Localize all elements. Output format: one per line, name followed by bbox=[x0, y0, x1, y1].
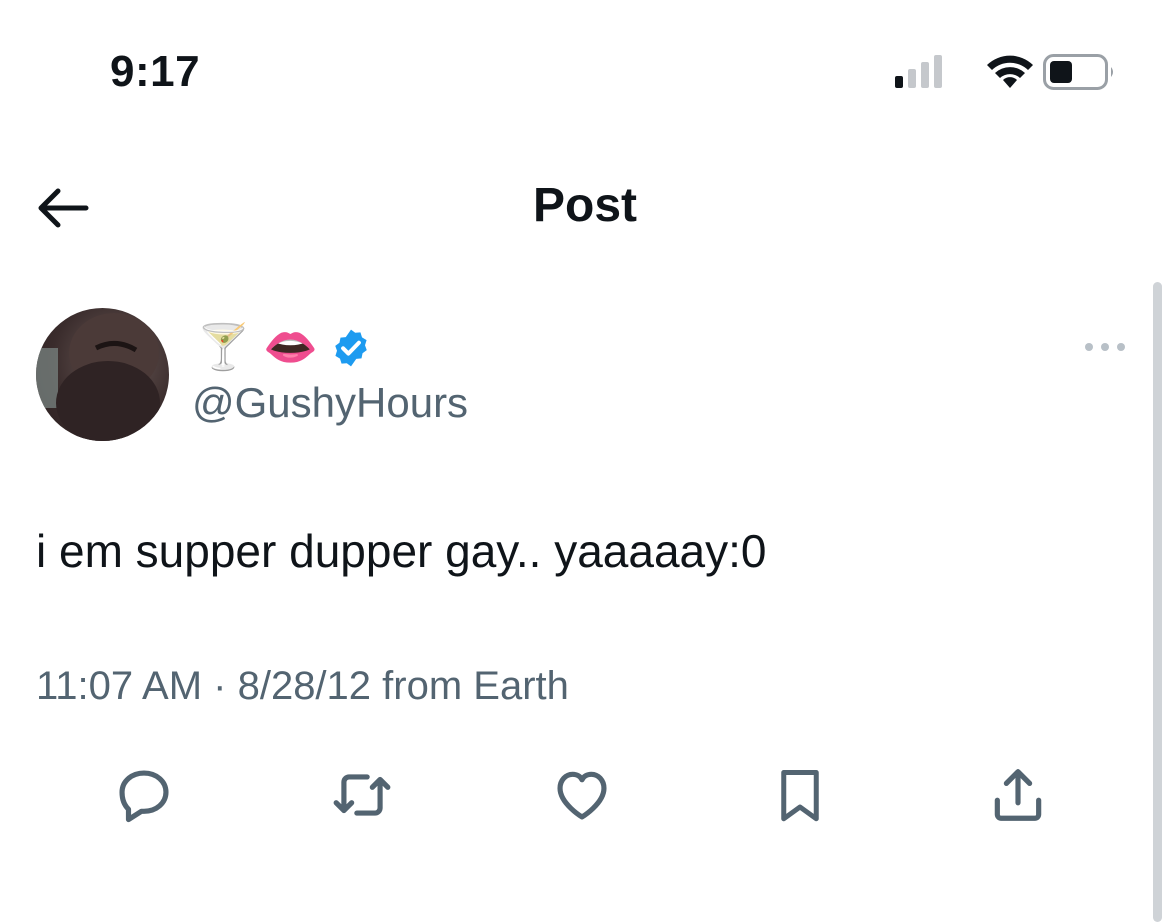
repost-icon bbox=[333, 774, 391, 816]
scrollbar[interactable] bbox=[1153, 282, 1162, 922]
action-bar bbox=[0, 755, 1170, 835]
share-icon bbox=[994, 769, 1042, 821]
post-text: i em supper dupper gay.. yaaaaay:0 bbox=[36, 525, 767, 577]
more-options-button[interactable] bbox=[1080, 330, 1130, 364]
bookmark-icon bbox=[781, 770, 819, 822]
reply-icon bbox=[119, 770, 169, 823]
status-icons bbox=[895, 52, 1115, 92]
heart-icon bbox=[557, 771, 607, 820]
cellular-signal-icon bbox=[895, 55, 942, 88]
post-timestamp[interactable]: 11:07 AM · 8/28/12 from Earth bbox=[36, 662, 569, 710]
display-name: 🍸 👄 bbox=[196, 323, 318, 372]
user-handle[interactable]: @GushyHours bbox=[192, 378, 468, 428]
page-title: Post bbox=[532, 179, 637, 232]
avatar[interactable] bbox=[36, 308, 169, 441]
reply-button[interactable] bbox=[104, 755, 184, 835]
verified-badge-icon bbox=[335, 329, 367, 367]
repost-button[interactable] bbox=[322, 755, 402, 835]
post-header: Post bbox=[0, 150, 1170, 260]
more-horizontal-icon bbox=[1085, 343, 1125, 351]
profile-photo bbox=[36, 308, 169, 441]
status-bar: 9:17 bbox=[0, 0, 1170, 140]
display-name-row[interactable]: 🍸 👄 bbox=[196, 318, 372, 378]
share-button[interactable] bbox=[978, 755, 1058, 835]
battery-icon bbox=[1043, 54, 1113, 90]
bookmark-button[interactable] bbox=[760, 755, 840, 835]
wifi-icon bbox=[987, 55, 1033, 88]
like-button[interactable] bbox=[542, 755, 622, 835]
status-time: 9:17 bbox=[110, 47, 201, 96]
